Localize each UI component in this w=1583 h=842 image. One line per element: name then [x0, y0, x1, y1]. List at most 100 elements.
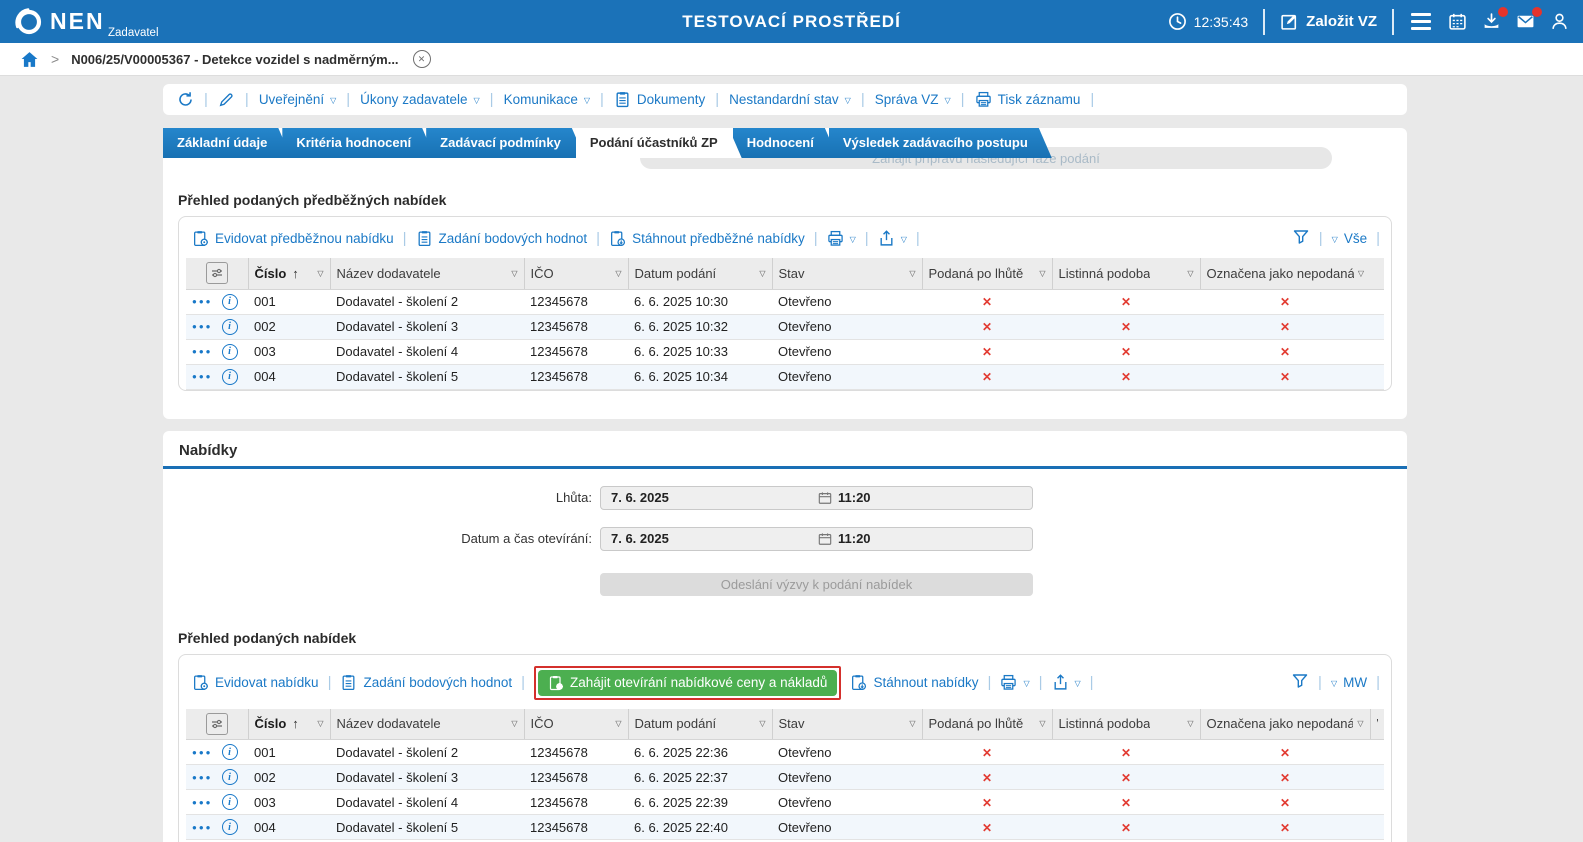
column-header-n-zev-dodavatele[interactable]: Název dodavatele ▽ [329, 258, 524, 290]
info-icon[interactable]: i [221, 744, 238, 760]
opening-date-field[interactable]: 7. 6. 2025 [601, 531, 818, 546]
home-button[interactable] [20, 50, 39, 69]
column-header-n-zev-dodavatele[interactable]: Název dodavatele ▽ [329, 708, 524, 740]
column-header-i-o[interactable]: IČO ▽ [523, 708, 628, 740]
table-row[interactable]: ●●● i 001 Dodavatel - školení 2 12345678 6. 6… [186, 289, 1384, 315]
table-action-evidovat-nab-dku[interactable]: Evidovat nabídku [192, 674, 319, 691]
column-filter-icon[interactable]: ▽ [1035, 269, 1045, 278]
tab-z-kladn-daje[interactable]: Základní údaje [163, 128, 291, 158]
info-icon[interactable]: i [221, 769, 238, 785]
column-header-listinn-podoba[interactable]: Listinná podoba ▽ [1051, 708, 1200, 740]
column-header-podan-po-lh-t-[interactable]: Podaná po lhůtě ▽ [921, 708, 1052, 740]
column-filter-icon[interactable]: ▽ [1353, 719, 1363, 728]
toolbar-pencil-button[interactable] [218, 91, 235, 108]
calendar-button[interactable] [1448, 12, 1467, 31]
opening-time-field[interactable]: 11:20 [832, 531, 1032, 546]
column-header-ozna-ena-jako-nepodan-[interactable]: Označena jako nepodaná ▽ [1199, 258, 1370, 290]
view-selector[interactable]: ▽ MW [1331, 675, 1367, 690]
column-settings-icon[interactable] [205, 262, 228, 285]
table-row[interactable]: ●●● i 002 Dodavatel - školení 3 12345678 6. 6… [186, 764, 1384, 790]
filter-icon[interactable] [1292, 228, 1310, 249]
messages-button[interactable] [1516, 7, 1542, 31]
table-action-zad-n-bodov-ch-hodnot[interactable]: Zadání bodových hodnot [416, 230, 587, 247]
menu-icon[interactable] [1409, 11, 1433, 32]
row-menu-icon[interactable]: ●●● [192, 322, 213, 331]
column-filter-icon[interactable]: ▽ [1035, 719, 1045, 728]
column-filter-icon[interactable]: ▽ [1183, 269, 1193, 278]
tab-krit-ria-hodnocen-[interactable]: Kritéria hodnocení [282, 128, 435, 158]
start-opening-button[interactable]: Zahájit otevírání nabídkové ceny a nákla… [538, 669, 838, 696]
info-icon[interactable]: i [221, 293, 238, 310]
row-menu-icon[interactable]: ●●● [192, 823, 213, 832]
toolbar-item--kony-zadavatele[interactable]: Úkony zadavatele ▽ [360, 92, 479, 107]
table-row[interactable]: ●●● i 003 Dodavatel - školení 4 12345678 6. 6… [186, 789, 1384, 815]
create-vz-button[interactable]: Založit VZ [1280, 12, 1377, 31]
nen-logo[interactable]: NEN Zadavatel [14, 7, 159, 39]
info-icon[interactable]: i [221, 343, 238, 360]
column-header-listinn-podoba[interactable]: Listinná podoba ▽ [1051, 258, 1200, 290]
column-header--slo[interactable]: Číslo ↑ ▽ [247, 258, 330, 290]
column-filter-icon[interactable]: ▽ [313, 719, 323, 728]
column-filter-icon[interactable]: ▽ [507, 269, 517, 278]
toolbar-item-tisk-z-znamu[interactable]: Tisk záznamu [975, 91, 1080, 108]
column-header-stav[interactable]: Stav ▽ [771, 258, 922, 290]
inbox-button[interactable] [1482, 7, 1508, 31]
table-share-button[interactable]: ▽ [1052, 674, 1081, 691]
column-header-stav[interactable]: Stav ▽ [771, 708, 922, 740]
table-row[interactable]: ●●● i 003 Dodavatel - školení 4 12345678 6. 6… [186, 339, 1384, 365]
column-settings-icon[interactable] [205, 712, 228, 735]
view-selector[interactable]: ▽ Vše [1332, 231, 1367, 246]
info-icon[interactable]: i [221, 318, 238, 335]
row-menu-icon[interactable]: ●●● [192, 798, 213, 807]
deadline-time-field[interactable]: 11:20 [832, 490, 1032, 505]
table-printer-button[interactable]: ▽ [827, 230, 856, 247]
table-action-st-hnout-p-edb-n-nab-dky[interactable]: Stáhnout předběžné nabídky [609, 230, 805, 247]
column-filter-icon[interactable]: ▽ [755, 719, 765, 728]
table-row[interactable]: ●●● i 001 Dodavatel - školení 2 12345678 6. 6… [186, 739, 1384, 765]
column-filter-icon[interactable]: ▽ [755, 269, 765, 278]
column-header-podan-po-lh-t-[interactable]: Podaná po lhůtě ▽ [921, 258, 1052, 290]
column-filter-icon[interactable]: ▽ [313, 269, 323, 278]
column-header-datum-pod-n-[interactable]: Datum podání ▽ [627, 708, 772, 740]
column-filter-icon[interactable]: ▽ [1183, 719, 1193, 728]
row-menu-icon[interactable]: ●●● [192, 773, 213, 782]
table-share-button[interactable]: ▽ [878, 230, 907, 247]
column-filter-icon[interactable]: ▽ [507, 719, 517, 728]
column-filter-icon[interactable]: ▽ [611, 719, 621, 728]
table-action-st-hnout-nab-dky[interactable]: Stáhnout nabídky [850, 674, 979, 691]
column-filter-icon[interactable]: ▽ [1354, 269, 1364, 278]
table-row[interactable]: ●●● i 004 Dodavatel - školení 5 12345678 6. 6… [186, 364, 1384, 390]
toolbar-item-dokumenty[interactable]: Dokumenty [614, 91, 705, 108]
table-action-evidovat-p-edb-nou-nab-dku[interactable]: Evidovat předběžnou nabídku [192, 230, 394, 247]
calendar-small-icon[interactable] [818, 532, 832, 546]
tab-v-sledek-zad-vac-ho-postupu[interactable]: Výsledek zadávacího postupu [829, 128, 1052, 158]
column-header-datum-pod-n-[interactable]: Datum podání ▽ [627, 258, 772, 290]
info-icon[interactable]: i [221, 368, 238, 385]
row-menu-icon[interactable]: ●●● [192, 347, 213, 356]
column-header--slo[interactable]: Číslo ↑ ▽ [247, 708, 330, 740]
send-call-button[interactable]: Odeslání výzvy k podání nabídek [600, 572, 1033, 596]
column-header-ozna-ena-jako-nepodan-[interactable]: Označena jako nepodaná ▽ [1199, 708, 1370, 740]
column-header-i-o[interactable]: IČO ▽ [523, 258, 628, 290]
table-action-zad-n-bodov-ch-hodnot[interactable]: Zadání bodových hodnot [340, 674, 512, 691]
column-filter-icon[interactable]: ▽ [611, 269, 621, 278]
profile-button[interactable] [1550, 12, 1569, 31]
toolbar-item-spr-va-vz[interactable]: Správa VZ ▽ [875, 92, 951, 107]
row-menu-icon[interactable]: ●●● [192, 297, 213, 306]
info-icon[interactable]: i [221, 819, 238, 835]
tab-hodnocen-[interactable]: Hodnocení [733, 128, 838, 158]
column-filter-icon[interactable]: ▽ [905, 719, 915, 728]
info-icon[interactable]: i [221, 794, 238, 810]
table-row[interactable]: ●●● i 004 Dodavatel - školení 5 12345678 6. 6… [186, 814, 1384, 840]
row-menu-icon[interactable]: ●●● [192, 748, 213, 757]
row-menu-icon[interactable]: ●●● [192, 372, 213, 381]
toolbar-item-uve-ejn-n-[interactable]: Uveřejnění ▽ [259, 92, 336, 107]
tab-zad-vac-podm-nky[interactable]: Zadávací podmínky [426, 128, 585, 158]
filter-icon[interactable] [1291, 672, 1309, 693]
table-printer-button[interactable]: ▽ [1000, 674, 1030, 691]
close-icon[interactable]: ✕ [412, 50, 431, 68]
toolbar-item-nestandardn-stav[interactable]: Nestandardní stav ▽ [729, 92, 851, 107]
column-filter-icon[interactable]: ▽ [905, 269, 915, 278]
tab-pod-n-astn-k-zp[interactable]: Podání účastníků ZP [576, 128, 742, 158]
toolbar-item-komunikace[interactable]: Komunikace ▽ [504, 92, 590, 107]
